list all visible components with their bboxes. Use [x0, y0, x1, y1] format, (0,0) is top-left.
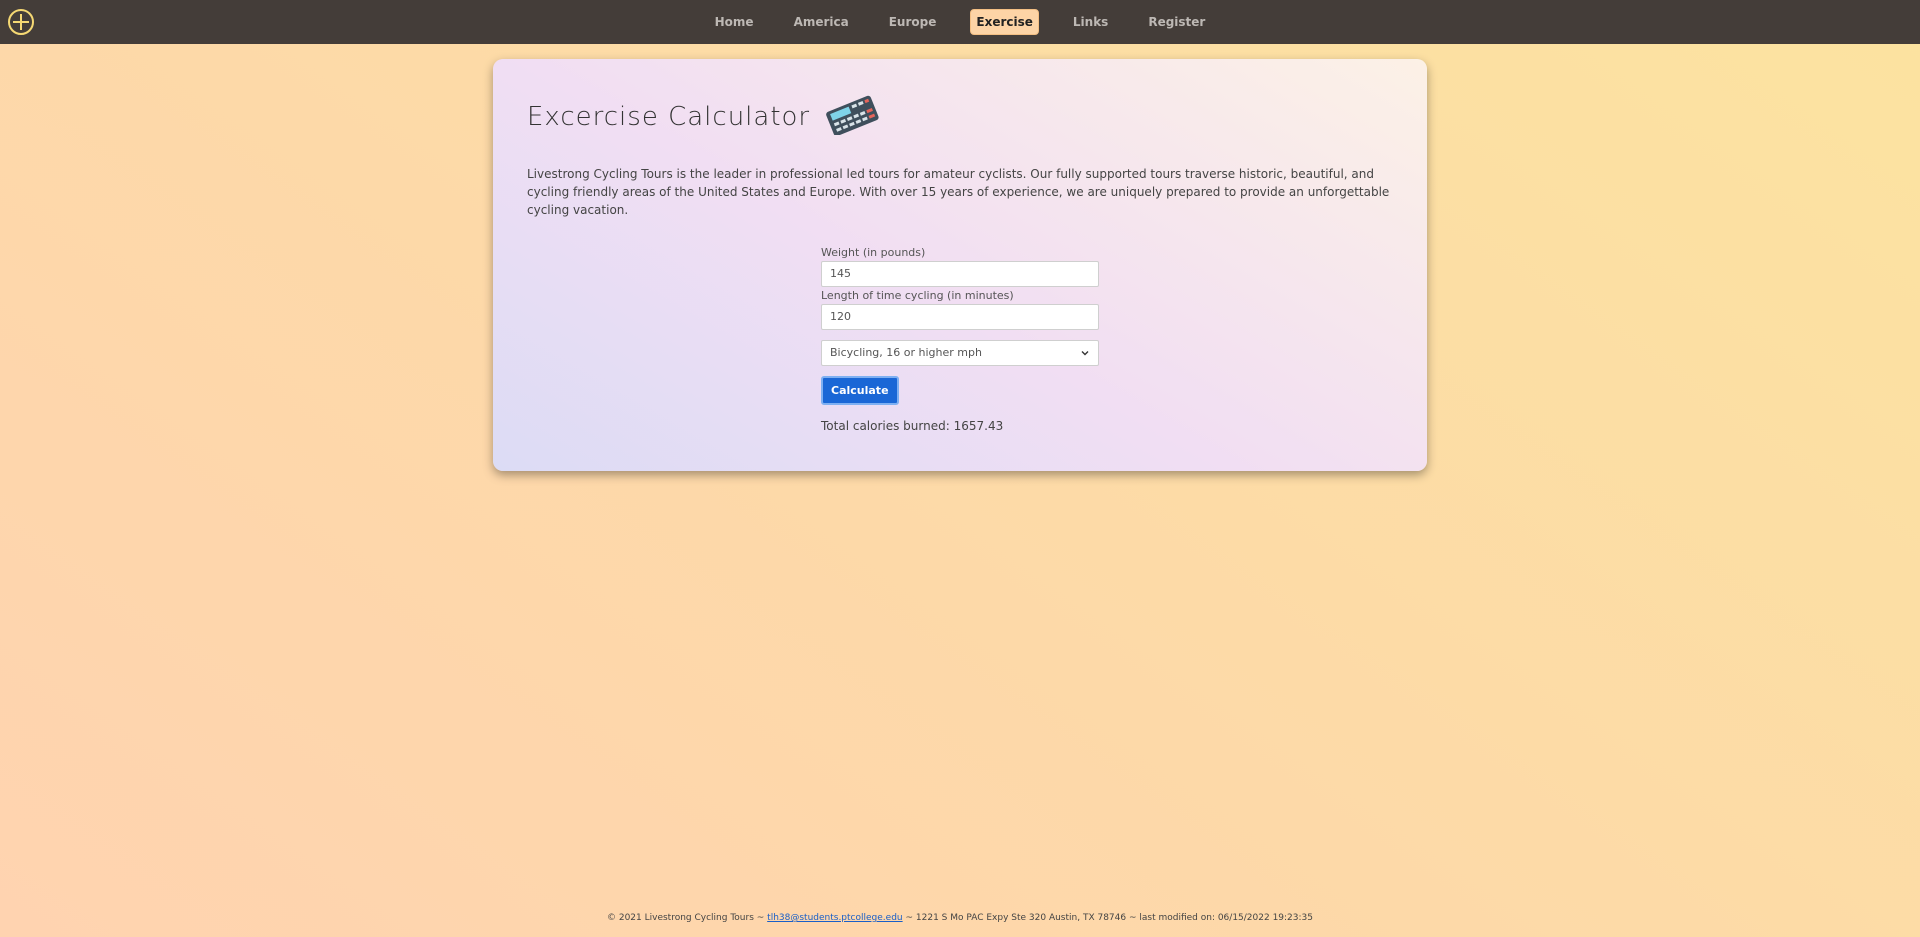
- calculator-card: Excercise Calculator Livestrong Cycling …: [493, 59, 1427, 471]
- footer-suffix: ~ 1221 S Mo PAC Expy Ste 320 Austin, TX …: [902, 913, 1313, 923]
- intro-paragraph: Livestrong Cycling Tours is the leader i…: [527, 167, 1390, 217]
- page-title: Excercise Calculator: [527, 102, 811, 132]
- footer-email-link[interactable]: tlh38@students.ptcollege.edu: [767, 913, 902, 923]
- weight-label: Weight (in pounds): [821, 246, 926, 259]
- calculator-icon: [822, 95, 882, 139]
- nav-europe[interactable]: Europe: [883, 9, 943, 35]
- exercise-form: Weight (in pounds) 145 Length of time cy…: [821, 246, 1099, 433]
- result-text: Total calories burned: 1657.43: [821, 419, 1004, 433]
- activity-select-value: Bicycling, 16 or higher mph: [830, 346, 982, 359]
- nav-home[interactable]: Home: [709, 9, 760, 35]
- activity-select[interactable]: Bicycling, 16 or higher mph: [821, 340, 1099, 366]
- nav-links[interactable]: Links: [1067, 9, 1114, 35]
- time-label: Length of time cycling (in minutes): [821, 289, 1014, 302]
- chevron-down-icon: [1080, 348, 1090, 361]
- nav-exercise[interactable]: Exercise: [970, 9, 1039, 35]
- calculate-button[interactable]: Calculate: [821, 376, 899, 405]
- nav-register[interactable]: Register: [1142, 9, 1211, 35]
- title-row: Excercise Calculator: [527, 95, 882, 139]
- footer-prefix: © 2021 Livestrong Cycling Tours ~: [606, 913, 768, 923]
- weight-input[interactable]: 145: [821, 261, 1099, 287]
- time-input[interactable]: 120: [821, 304, 1099, 330]
- nav-america[interactable]: America: [788, 9, 855, 35]
- main-nav: Home America Europe Exercise Links Regis…: [0, 9, 1920, 35]
- top-navigation-bar: Home America Europe Exercise Links Regis…: [0, 0, 1920, 44]
- footer: © 2021 Livestrong Cycling Tours ~ tlh38@…: [0, 913, 1920, 923]
